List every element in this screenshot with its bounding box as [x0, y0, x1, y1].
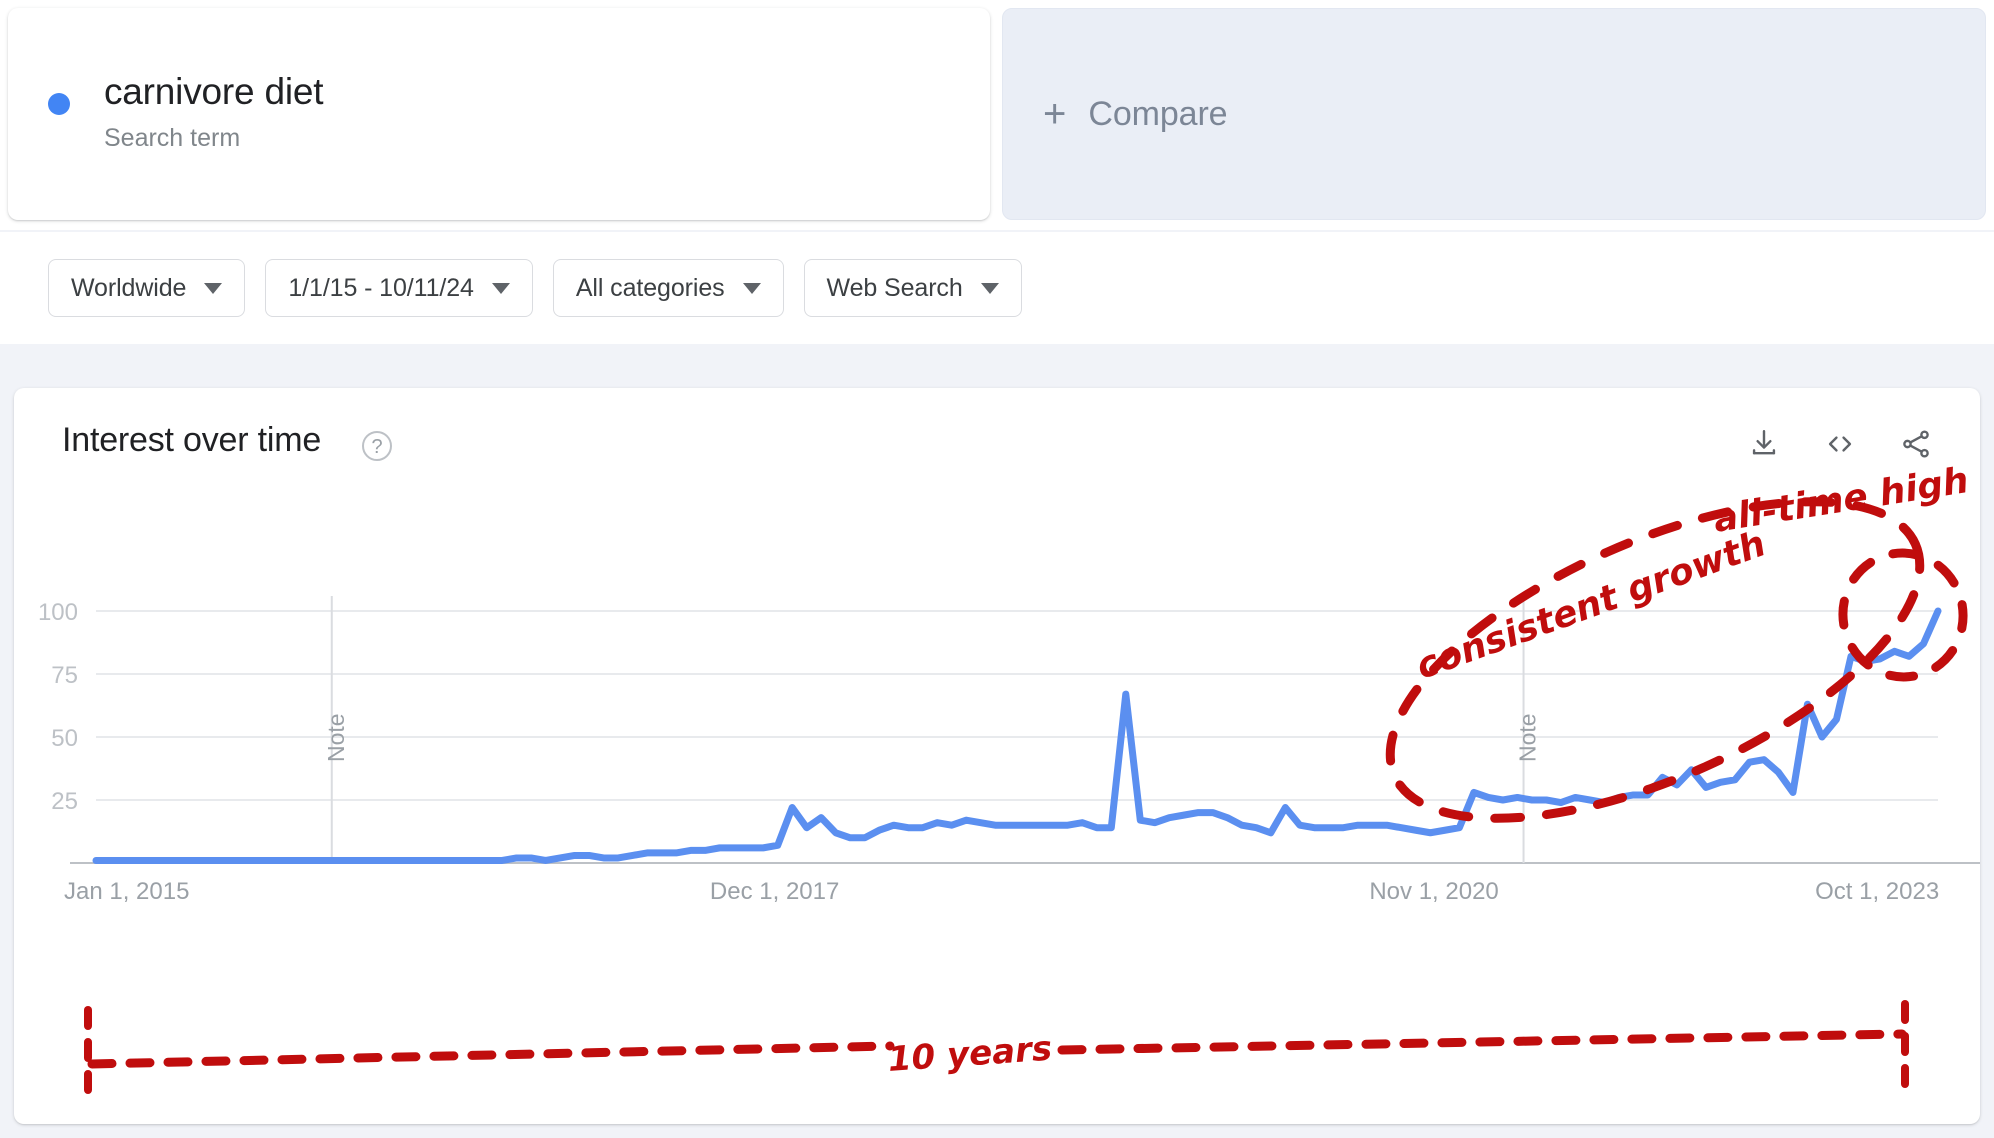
y-axis-tick-label: 75 — [51, 662, 78, 689]
search-term-content: carnivore diet Search term — [8, 70, 324, 154]
chevron-down-icon — [742, 282, 761, 294]
chevron-down-icon — [491, 282, 510, 294]
search-term-card[interactable]: carnivore diet Search term — [8, 8, 990, 220]
embed-code-icon[interactable] — [1820, 424, 1860, 464]
share-icon[interactable] — [1896, 424, 1936, 464]
search-type-filter-label: Web Search — [826, 273, 963, 302]
chart-header: Interest over time ? — [14, 388, 1980, 498]
chart-series-line — [92, 607, 1942, 864]
filter-bar: Worldwide 1/1/15 - 10/11/24 All categori… — [0, 232, 1994, 344]
y-axis-tick-label: 50 — [51, 725, 78, 752]
compare-content: + Compare — [1003, 94, 1228, 134]
interest-over-time-card: Interest over time ? 25 50 75 100 Note N… — [14, 388, 1980, 1124]
x-axis-tick-labels: Jan 1, 2015 Dec 1, 2017 Nov 1, 2020 Oct 1, … — [64, 878, 1939, 905]
note-marker-label[interactable]: Note — [323, 713, 349, 762]
category-filter[interactable]: All categories — [552, 259, 784, 317]
x-axis-tick-label: Oct 1, 2023 — [1815, 878, 1939, 905]
chevron-down-icon — [204, 282, 223, 294]
plus-icon: + — [1043, 92, 1067, 136]
x-axis-tick-label: Dec 1, 2017 — [710, 878, 839, 905]
compare-card[interactable]: + Compare — [1002, 8, 1986, 220]
category-filter-label: All categories — [575, 273, 725, 302]
time-range-filter[interactable]: 1/1/15 - 10/11/24 — [265, 259, 533, 317]
series-color-dot-icon — [48, 92, 70, 115]
interest-over-time-chart[interactable]: 25 50 75 100 Note Note Jan 1, 2015 Dec 1, 201… — [14, 492, 1980, 1124]
chart-plot-area[interactable]: 25 50 75 100 Note Note Jan 1, 2015 Dec 1, 201… — [14, 492, 1980, 1124]
download-icon[interactable] — [1744, 424, 1784, 464]
page-title: Interest over time — [62, 421, 322, 459]
series-line-carnivore-diet — [92, 607, 1942, 864]
y-axis-tick-label: 25 — [51, 788, 78, 815]
compare-label: Compare — [1088, 94, 1228, 133]
y-axis-tick-label: 100 — [38, 599, 78, 626]
search-term-name: carnivore diet — [104, 70, 324, 112]
note-marker-label[interactable]: Note — [1515, 713, 1541, 762]
search-term-row: carnivore diet Search term + Compare — [0, 0, 1994, 230]
help-icon[interactable]: ? — [362, 431, 392, 461]
location-filter-label: Worldwide — [71, 273, 187, 302]
search-term-texts: carnivore diet Search term — [104, 70, 324, 154]
search-type-filter[interactable]: Web Search — [803, 259, 1022, 317]
y-axis-tick-labels: 25 50 75 100 — [38, 599, 78, 815]
x-axis-tick-label: Nov 1, 2020 — [1369, 878, 1498, 905]
chevron-down-icon — [980, 282, 999, 294]
chart-toolbar — [1744, 424, 1936, 464]
location-filter[interactable]: Worldwide — [48, 259, 246, 317]
time-range-filter-label: 1/1/15 - 10/11/24 — [288, 273, 474, 302]
x-axis-tick-label: Jan 1, 2015 — [64, 878, 189, 905]
google-trends-screenshot: carnivore diet Search term + Compare Wor… — [0, 0, 1994, 1138]
search-term-type: Search term — [104, 124, 241, 153]
